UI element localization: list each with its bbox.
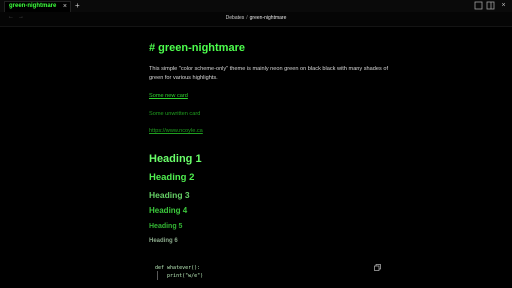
code-line: print("w/e") — [155, 273, 204, 279]
close-icon[interactable]: × — [63, 2, 67, 11]
app-window: green-nightmare × + × ← → Debates / green-… — [0, 0, 512, 288]
breadcrumb: Debates / green-nightmare — [0, 15, 512, 21]
heading-5: Heading 5 — [149, 223, 183, 230]
heading-6: Heading 6 — [149, 238, 178, 244]
plus-icon[interactable]: + — [75, 0, 80, 11]
minimize-icon[interactable] — [474, 1, 483, 10]
copy-icon[interactable] — [374, 258, 381, 271]
tab-label: green-nightmare — [9, 3, 57, 9]
breadcrumb-separator: / — [246, 15, 248, 21]
heading-1: Heading 1 — [149, 153, 202, 165]
code-indent-guide — [157, 271, 158, 280]
code-line: def whatever(): — [155, 265, 201, 271]
tab-green-nightmare[interactable]: green-nightmare × — [4, 1, 71, 12]
breadcrumb-current: green-nightmare — [249, 15, 287, 21]
window-close-icon[interactable]: × — [499, 1, 508, 10]
breadcrumb-folder[interactable]: Debates — [226, 15, 245, 21]
intro-paragraph: This simple "color scheme-only" theme is… — [149, 66, 389, 81]
link-unwritten-card[interactable]: Some unwritten card — [149, 111, 200, 117]
link-external-url[interactable]: https://www.ncoyle.ca — [149, 128, 203, 134]
page-title: # green-nightmare — [149, 42, 245, 54]
heading-4: Heading 4 — [149, 206, 188, 215]
heading-3: Heading 3 — [149, 190, 190, 200]
heading-2: Heading 2 — [149, 172, 195, 183]
code-block: def whatever(): print("w/e") — [155, 264, 203, 280]
nav-bar: ← → Debates / green-nightmare — [0, 12, 512, 27]
split-view-icon[interactable] — [486, 1, 495, 10]
link-existing-card[interactable]: Some new card — [149, 93, 188, 99]
tab-bar: green-nightmare × + × — [0, 0, 512, 12]
